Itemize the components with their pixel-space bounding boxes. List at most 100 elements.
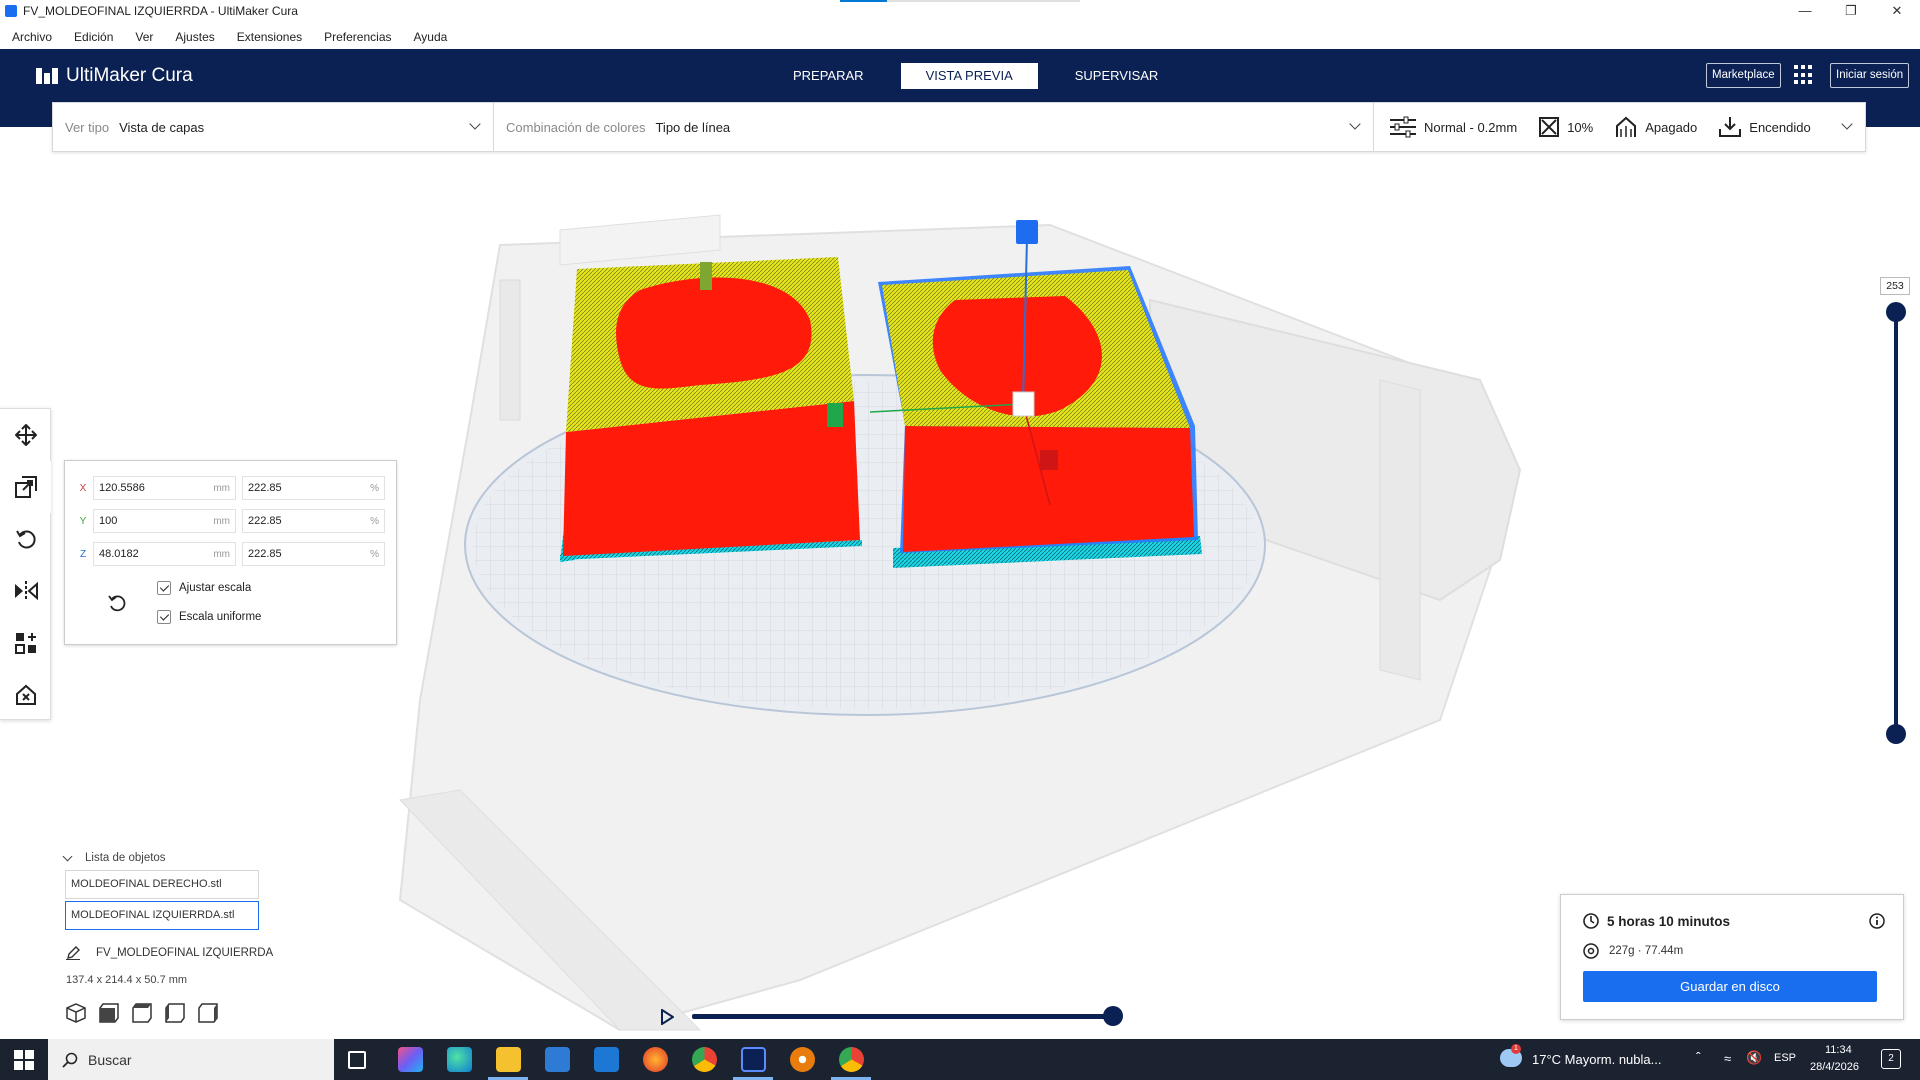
file-explorer-icon[interactable]: [496, 1047, 521, 1072]
copilot-icon[interactable]: [398, 1047, 423, 1072]
restore-icon[interactable]: ❐: [1828, 0, 1874, 22]
left-mold-model[interactable]: [560, 257, 862, 562]
edge-icon[interactable]: [447, 1047, 472, 1072]
wifi-icon[interactable]: ≈: [1724, 1051, 1731, 1066]
object-list-item-selected[interactable]: MOLDEOFINAL IZQUIERRDA.stl: [65, 901, 259, 930]
uniform-scaling-checkbox[interactable]: Escala uniforme: [157, 610, 261, 624]
scale-tool-button[interactable]: [0, 461, 51, 513]
marketplace-button[interactable]: Marketplace: [1706, 63, 1781, 88]
window-title: FV_MOLDEOFINAL IZQUIERRDA - UltiMaker Cu…: [23, 4, 298, 18]
per-model-settings-button[interactable]: [0, 617, 51, 669]
layer-number-badge[interactable]: 253: [1880, 277, 1910, 295]
chevron-down-icon: [469, 118, 481, 130]
minimize-icon[interactable]: —: [1782, 0, 1828, 22]
menu-bar: Archivo Edición Ver Ajustes Extensiones …: [0, 26, 457, 48]
menu-ayuda[interactable]: Ayuda: [402, 26, 458, 48]
weather-text[interactable]: 17°C Mayorm. nubla...: [1532, 1052, 1661, 1067]
y-pct-input[interactable]: 222.85%: [242, 509, 385, 533]
blender-icon[interactable]: [790, 1047, 815, 1072]
color-scheme-label: Combinación de colores: [506, 119, 646, 135]
3d-view-icon[interactable]: [66, 1003, 86, 1023]
move-tool-button[interactable]: [0, 409, 51, 461]
x-axis-label: X: [79, 482, 87, 494]
front-view-icon[interactable]: [99, 1003, 119, 1023]
rotate-tool-button[interactable]: [0, 513, 51, 565]
windows-start-icon[interactable]: [14, 1050, 34, 1070]
info-icon[interactable]: [1869, 913, 1885, 929]
print-info-panel: 5 horas 10 minutos 227g · 77.44m Guardar…: [1560, 894, 1904, 1020]
left-view-icon[interactable]: [165, 1003, 185, 1023]
chrome-icon[interactable]: [692, 1047, 717, 1072]
top-view-icon[interactable]: [132, 1003, 152, 1023]
taskbar-search[interactable]: Buscar: [48, 1039, 334, 1080]
z-scale-handle[interactable]: [1016, 220, 1038, 244]
save-to-disk-button[interactable]: Guardar en disco: [1583, 971, 1877, 1002]
z-pct-value: 222.85: [248, 548, 282, 560]
menu-edicion[interactable]: Edición: [62, 26, 123, 48]
volume-muted-icon[interactable]: 🔇: [1746, 1050, 1762, 1066]
microsoft-store-icon[interactable]: [545, 1047, 570, 1072]
y-pct-value: 222.85: [248, 515, 282, 527]
cura-taskbar-icon[interactable]: [741, 1047, 766, 1072]
menu-archivo[interactable]: Archivo: [0, 26, 62, 48]
y-mm-value: 100: [99, 515, 118, 527]
menu-extensiones[interactable]: Extensiones: [225, 26, 312, 48]
profile-settings-icon: [1390, 116, 1416, 138]
rotate-icon: [15, 530, 36, 549]
mirror-tool-button[interactable]: [0, 565, 51, 617]
x-pct-value: 222.85: [248, 482, 282, 494]
language-indicator[interactable]: ESP: [1774, 1052, 1796, 1064]
clock-time[interactable]: 11:34: [1825, 1044, 1852, 1056]
tab-preparar[interactable]: PREPARAR: [768, 63, 889, 89]
y-axis-label: Y: [79, 515, 87, 527]
simulation-slider-handle[interactable]: [1103, 1006, 1123, 1026]
move-icon: [14, 424, 37, 446]
support-blocker-button[interactable]: [0, 669, 51, 721]
menu-preferencias[interactable]: Preferencias: [312, 26, 401, 48]
task-view-icon[interactable]: [348, 1051, 366, 1069]
pct-unit: %: [370, 482, 379, 494]
z-axis-label: Z: [79, 548, 87, 560]
right-view-icon[interactable]: [198, 1003, 218, 1023]
z-mm-input[interactable]: 48.0182 mm: [93, 542, 236, 566]
layer-slider-bottom-handle[interactable]: [1886, 724, 1906, 744]
uniform-scaling-label: Escala uniforme: [179, 611, 262, 623]
chevron-up-icon[interactable]: ˆ: [1696, 1049, 1701, 1065]
x-mm-input[interactable]: 120.5586 mm: [93, 476, 236, 500]
firefox-icon[interactable]: [643, 1047, 668, 1072]
checkbox-checked-icon: [157, 581, 171, 595]
apps-grid-icon[interactable]: [1794, 65, 1814, 85]
close-icon[interactable]: ✕: [1874, 0, 1920, 22]
y-mm-input[interactable]: 100 mm: [93, 509, 236, 533]
tab-vista-previa[interactable]: VISTA PREVIA: [900, 63, 1038, 89]
view-type-dropdown[interactable]: Ver tipo Vista de capas: [53, 103, 494, 151]
menu-ajustes[interactable]: Ajustes: [163, 26, 224, 48]
object-list-toggle[interactable]: Lista de objetos: [62, 851, 166, 864]
reset-scale-button[interactable]: [107, 593, 127, 616]
profile-value: Normal - 0.2mm: [1424, 119, 1518, 135]
search-icon: [62, 1052, 78, 1068]
signin-button[interactable]: Iniciar sesión: [1830, 63, 1910, 88]
ultimaker-logo-icon: [36, 68, 60, 84]
notification-icon[interactable]: 2: [1881, 1049, 1901, 1069]
menu-ver[interactable]: Ver: [123, 26, 163, 48]
windows-taskbar: Buscar 1 17°C Mayorm. nubla... ˆ ≈ 🔇 ESP…: [0, 1039, 1920, 1080]
job-name-row[interactable]: FV_MOLDEOFINAL IZQUIERRDA: [66, 946, 273, 960]
play-icon[interactable]: [660, 1009, 674, 1025]
clock-date[interactable]: 28/4/2026: [1810, 1061, 1859, 1073]
material-usage-row: 227g · 77.44m: [1583, 943, 1683, 959]
print-settings-dropdown[interactable]: Normal - 0.2mm 10% Apagado Encendido: [1374, 103, 1865, 151]
simulation-slider-track[interactable]: [692, 1014, 1114, 1019]
object-list-item[interactable]: MOLDEOFINAL DERECHO.stl: [65, 870, 259, 899]
layer-slider-top-handle[interactable]: [1886, 302, 1906, 322]
chrome-profile-icon[interactable]: [839, 1047, 864, 1072]
outlook-icon[interactable]: [594, 1047, 619, 1072]
center-scale-handle[interactable]: [1012, 391, 1035, 417]
snap-scaling-checkbox[interactable]: Ajustar escala: [157, 581, 251, 595]
x-pct-input[interactable]: 222.85%: [242, 476, 385, 500]
color-scheme-dropdown[interactable]: Combinación de colores Tipo de línea: [494, 103, 1374, 151]
z-pct-input[interactable]: 222.85%: [242, 542, 385, 566]
layer-slider-track[interactable]: [1894, 310, 1898, 734]
tab-supervisar[interactable]: SUPERVISAR: [1050, 63, 1184, 89]
support-blocker-icon: [15, 684, 36, 705]
